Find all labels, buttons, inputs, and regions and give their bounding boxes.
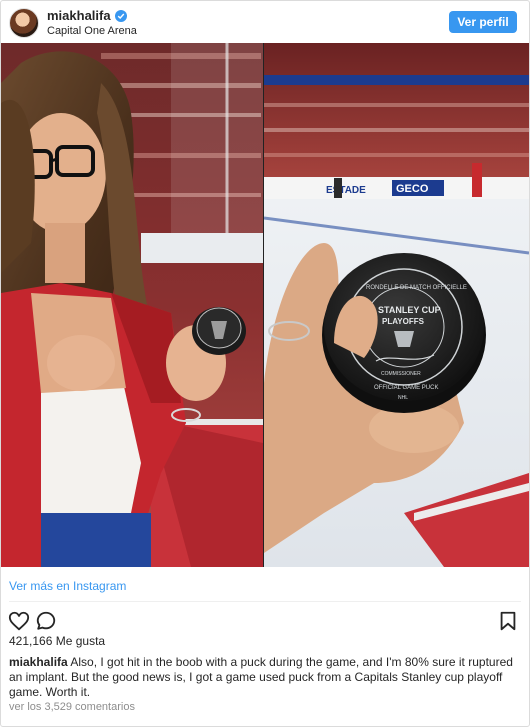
username-link[interactable]: miakhalifa bbox=[47, 8, 111, 23]
view-comments-link[interactable]: ver los 3,529 comentarios bbox=[9, 701, 135, 713]
post-header: miakhalifa Capital One Arena Ver perfil bbox=[1, 1, 529, 43]
puck-ring-top-text: RONDELLE DE MATCH OFFICIELLE bbox=[366, 285, 467, 291]
board-ad-estade: ESTADE bbox=[326, 185, 366, 196]
photo-right-panel: ESTADE GECO RONDELLE DE MATCH OFFICIELLE… bbox=[264, 43, 529, 567]
puck-commissioner-text: COMMISSIONER bbox=[381, 371, 421, 377]
puck-ring-bottom-text: OFFICIAL GAME PUCK bbox=[374, 385, 438, 391]
puck-stanley-cup-text: STANLEY CUP bbox=[378, 305, 441, 315]
verified-badge-icon bbox=[114, 9, 127, 22]
heart-icon[interactable] bbox=[8, 610, 30, 632]
user-block: miakhalifa Capital One Arena bbox=[47, 8, 137, 37]
view-profile-button[interactable]: Ver perfil bbox=[449, 11, 517, 33]
username-row: miakhalifa bbox=[47, 8, 137, 23]
divider bbox=[9, 601, 521, 602]
post-caption: miakhalifa Also, I got hit in the boob w… bbox=[9, 655, 517, 700]
puck-playoffs-text: PLAYOFFS bbox=[382, 317, 425, 326]
location-link[interactable]: Capital One Arena bbox=[47, 25, 137, 37]
post-image[interactable]: ESTADE GECO RONDELLE DE MATCH OFFICIELLE… bbox=[1, 43, 529, 567]
caption-username[interactable]: miakhalifa bbox=[9, 655, 68, 669]
bookmark-icon[interactable] bbox=[497, 610, 519, 632]
comment-icon[interactable] bbox=[35, 610, 57, 632]
board-ad-geico: GECO bbox=[396, 183, 429, 195]
action-bar bbox=[1, 607, 529, 633]
puck-nhl-text: NHL bbox=[398, 395, 408, 401]
avatar[interactable] bbox=[9, 8, 39, 38]
likes-count[interactable]: 421,166 Me gusta bbox=[9, 634, 105, 648]
photo-left-panel bbox=[1, 43, 263, 567]
view-more-on-instagram-link[interactable]: Ver más en Instagram bbox=[9, 579, 126, 593]
instagram-embed-card: miakhalifa Capital One Arena Ver perfil bbox=[0, 0, 530, 727]
caption-text: Also, I got hit in the boob with a puck … bbox=[9, 655, 513, 699]
